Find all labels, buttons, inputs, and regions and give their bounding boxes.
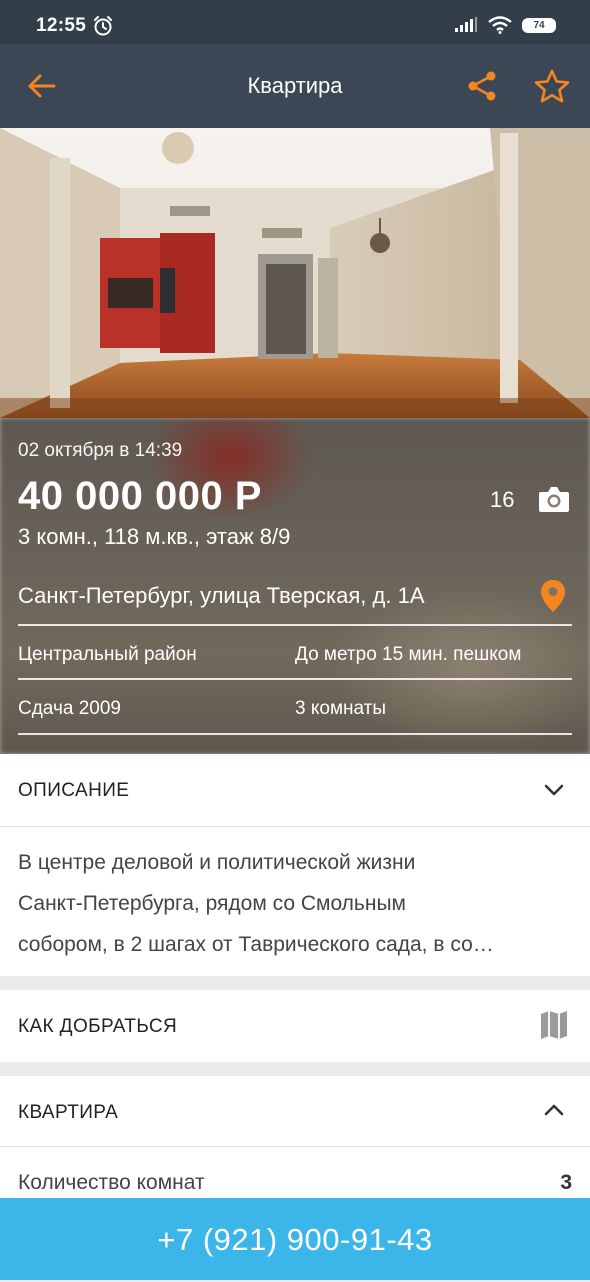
divider <box>18 624 572 626</box>
description-section: ОПИСАНИЕ В центре деловой и политической… <box>0 754 590 976</box>
star-icon[interactable] <box>533 68 571 106</box>
location-pin-icon[interactable] <box>540 579 566 613</box>
metro-distance-label: До метро 15 мин. пешком <box>295 644 522 665</box>
apartment-header[interactable]: КВАРТИРА <box>18 1102 118 1124</box>
room-count-row-value: 3 <box>560 1171 572 1194</box>
listing-summary: 3 комн., 118 м.кв., этаж 8/9 <box>18 524 291 549</box>
build-year-label: Сдача 2009 <box>18 698 121 719</box>
directions-section[interactable]: КАК ДОБРАТЬСЯ <box>0 990 590 1062</box>
battery-icon: 74 <box>522 17 556 33</box>
divider <box>0 826 590 827</box>
listing-address: Санкт-Петербург, улица Тверская, д. 1А <box>18 583 425 608</box>
apartment-photo-illustration <box>0 128 590 418</box>
description-header[interactable]: ОПИСАНИЕ <box>18 780 129 802</box>
photo-count[interactable]: 16 <box>490 487 514 513</box>
map-icon[interactable] <box>540 1010 568 1040</box>
room-count-label: 3 комнаты <box>295 698 387 719</box>
signal-icon <box>455 17 477 32</box>
description-text[interactable]: В центре деловой и политической жизни Са… <box>18 842 563 965</box>
share-icon[interactable] <box>466 70 498 102</box>
listing-info: 02 октября в 14:39 40 000 000 Р 3 комн.,… <box>0 418 590 754</box>
alarm-icon <box>94 16 112 36</box>
apartment-photo[interactable] <box>0 128 590 418</box>
apartment-section: КВАРТИРА Количество комнат 3 <box>0 1076 590 1198</box>
directions-header: КАК ДОБРАТЬСЯ <box>18 1016 178 1037</box>
chevron-down-icon[interactable] <box>542 778 566 802</box>
description-line: собором, в 2 шагах от Таврического сада,… <box>18 933 494 956</box>
description-line: Санкт-Петербурга, рядом со Смольным <box>18 892 406 915</box>
app-bar: Квартира <box>0 44 590 128</box>
battery-level: 74 <box>533 19 545 31</box>
page-title: Квартира <box>247 73 343 98</box>
camera-icon[interactable] <box>538 484 570 514</box>
listing-price: 40 000 000 Р <box>18 474 262 518</box>
divider <box>0 1146 590 1147</box>
divider <box>18 678 572 680</box>
listing-date: 02 октября в 14:39 <box>18 440 183 461</box>
status-time: 12:55 <box>36 15 87 36</box>
chevron-up-icon[interactable] <box>542 1098 566 1122</box>
status-bar: 12:55 74 <box>0 0 590 44</box>
description-line: В центре деловой и политической жизни <box>18 851 416 874</box>
wifi-icon <box>488 16 512 34</box>
divider <box>18 733 572 735</box>
call-button[interactable]: +7 (921) 900-91-43 <box>0 1198 590 1280</box>
district-label: Центральный район <box>18 644 197 665</box>
room-count-row-label: Количество комнат <box>18 1171 205 1194</box>
